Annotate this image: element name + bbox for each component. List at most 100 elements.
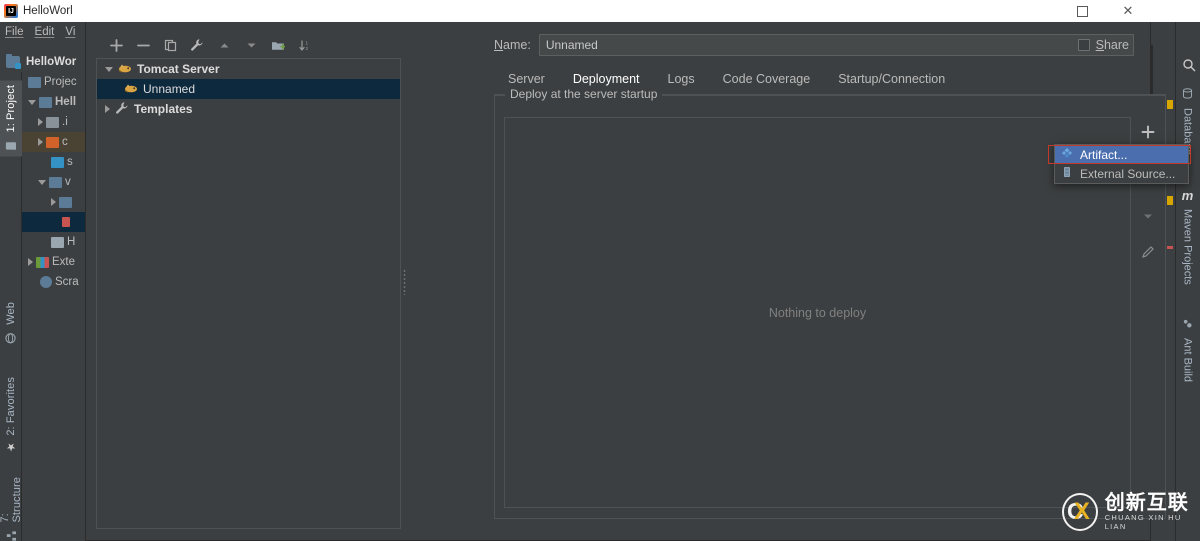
add-button[interactable] [104,33,128,57]
source-folder-icon [46,136,59,148]
sidebar-item-maven[interactable]: m Maven Projects [1175,182,1200,291]
list-item-label: .i [62,116,68,128]
project-view-icon [28,76,41,88]
close-icon: ✕ [1122,3,1134,18]
watermark-letter-x: X [1073,497,1090,525]
maven-icon: m [1181,188,1194,203]
menu-item-edit[interactable]: Edit [35,26,55,38]
wrench-icon[interactable] [185,33,209,57]
chevron-down-icon[interactable] [38,179,46,185]
ant-icon [1182,318,1193,332]
close-button[interactable]: ✕ [1105,0,1151,22]
external-source-icon [1061,166,1073,181]
list-item-label: c [62,136,68,148]
run-debug-configurations-dialog: 12 Tomcat Server Unnamed Templates Name:… [85,22,1166,541]
configurations-tree: Tomcat Server Unnamed Templates [96,58,401,529]
edit-deployment-button[interactable] [1137,241,1159,263]
move-up-button[interactable] [212,33,236,57]
tomcat-icon [124,81,138,97]
artifact-icon [1061,147,1073,162]
group-title: Deploy at the server startup [505,87,663,101]
list-item-label: Exte [52,256,76,268]
dialog-title-bar [85,0,1151,22]
menu-item-external-source[interactable]: External Source... [1055,164,1188,183]
chevron-right-icon[interactable] [28,258,33,266]
tree-item-tomcat-server[interactable]: Tomcat Server [97,59,400,79]
list-item-label: s [67,156,73,168]
configurations-toolbar: 12 [96,32,401,58]
splitter-grip [402,268,406,295]
search-icon[interactable] [1182,58,1196,72]
sidebar-label-maven: Maven Projects [1181,209,1194,285]
empty-state-text: Nothing to deploy [768,305,867,320]
chevron-right-icon[interactable] [51,198,56,206]
share-checkbox[interactable] [1077,39,1090,51]
module-folder-icon [39,96,52,108]
java-file-icon [51,236,64,248]
tab-code-coverage[interactable]: Code Coverage [709,66,825,92]
move-down-deployment-button[interactable] [1137,205,1159,227]
structure-icon [6,528,17,541]
sidebar-label-project: 1: Project [5,85,17,133]
sort-icon[interactable]: 12 [293,33,317,57]
menu-item-label: Artifact... [1080,147,1128,162]
chevron-right-icon[interactable] [105,105,110,113]
name-label: Name: [494,38,531,52]
name-row: Name: Unnamed [494,32,1134,58]
folder-icon [59,196,72,208]
watermark: C X 创新互联 CHUANG XIN HU LIAN [1062,492,1200,531]
marker-warning [1167,100,1173,109]
share-label: Share [1095,38,1129,52]
panel-splitter[interactable] [399,22,409,541]
menu-item-artifact[interactable]: Artifact... [1055,145,1188,164]
ide-menu-bar[interactable]: File Edit Vi [0,22,95,42]
wrench-icon [115,101,129,118]
tree-item-label: Unnamed [143,82,196,96]
database-icon [1182,88,1193,102]
sidebar-item-structure[interactable]: 7: Structure [0,472,23,541]
name-input[interactable]: Unnamed [538,34,1134,56]
tab-startup-connection[interactable]: Startup/Connection [824,66,959,92]
intellij-logo-icon: IJ [4,4,18,18]
menu-item-view[interactable]: Vi [65,26,75,38]
tree-item-unnamed[interactable]: Unnamed [97,79,400,99]
marker-warning [1167,196,1173,205]
copy-button[interactable] [158,33,182,57]
add-deployment-menu: Artifact... External Source... [1054,144,1189,184]
remove-button[interactable] [131,33,155,57]
tree-item-templates[interactable]: Templates [97,99,400,119]
sidebar-item-project[interactable]: 1: Project [0,80,22,157]
menu-item-label: External Source... [1080,166,1176,181]
watermark-text: 创新互联 CHUANG XIN HU LIAN [1104,490,1200,532]
deployment-list[interactable]: Nothing to deploy [504,117,1131,508]
ide-title-text: HelloWorl [23,5,73,17]
web-icon [5,330,17,344]
list-item-label: Hell [55,96,77,108]
folder-icon [49,176,62,188]
move-down-button[interactable] [239,33,263,57]
chevron-down-icon[interactable] [105,66,113,72]
menu-item-file[interactable]: File [5,26,24,38]
libraries-icon [36,256,49,268]
folder-icon [46,116,59,128]
right-tool-window-bar: Database m Maven Projects Ant Build [1175,22,1200,541]
file-icon [62,217,70,227]
watermark-logo-icon: C X [1062,492,1098,531]
watermark-chinese: 创新互联 [1104,490,1189,514]
add-deployment-button[interactable] [1137,121,1159,143]
chevron-down-icon[interactable] [28,99,36,105]
project-panel-header-label: Projec [44,76,77,88]
maximize-button[interactable] [1059,0,1105,22]
module-folder-icon [6,54,21,69]
tomcat-icon [118,61,132,77]
window-controls: ✕ [1051,0,1151,22]
sidebar-item-web[interactable]: Web [0,297,22,349]
sidebar-item-ant[interactable]: Ant Build [1175,312,1200,388]
folder-add-icon[interactable] [266,33,290,57]
sidebar-label-favorites: 2: Favorites [5,377,17,436]
chevron-right-icon[interactable] [38,118,43,126]
sidebar-item-favorites[interactable]: ★ 2: Favorites [0,372,22,459]
share-checkbox-row[interactable]: Share [1077,38,1129,52]
maximize-icon [1076,5,1088,17]
chevron-right-icon[interactable] [38,138,43,146]
